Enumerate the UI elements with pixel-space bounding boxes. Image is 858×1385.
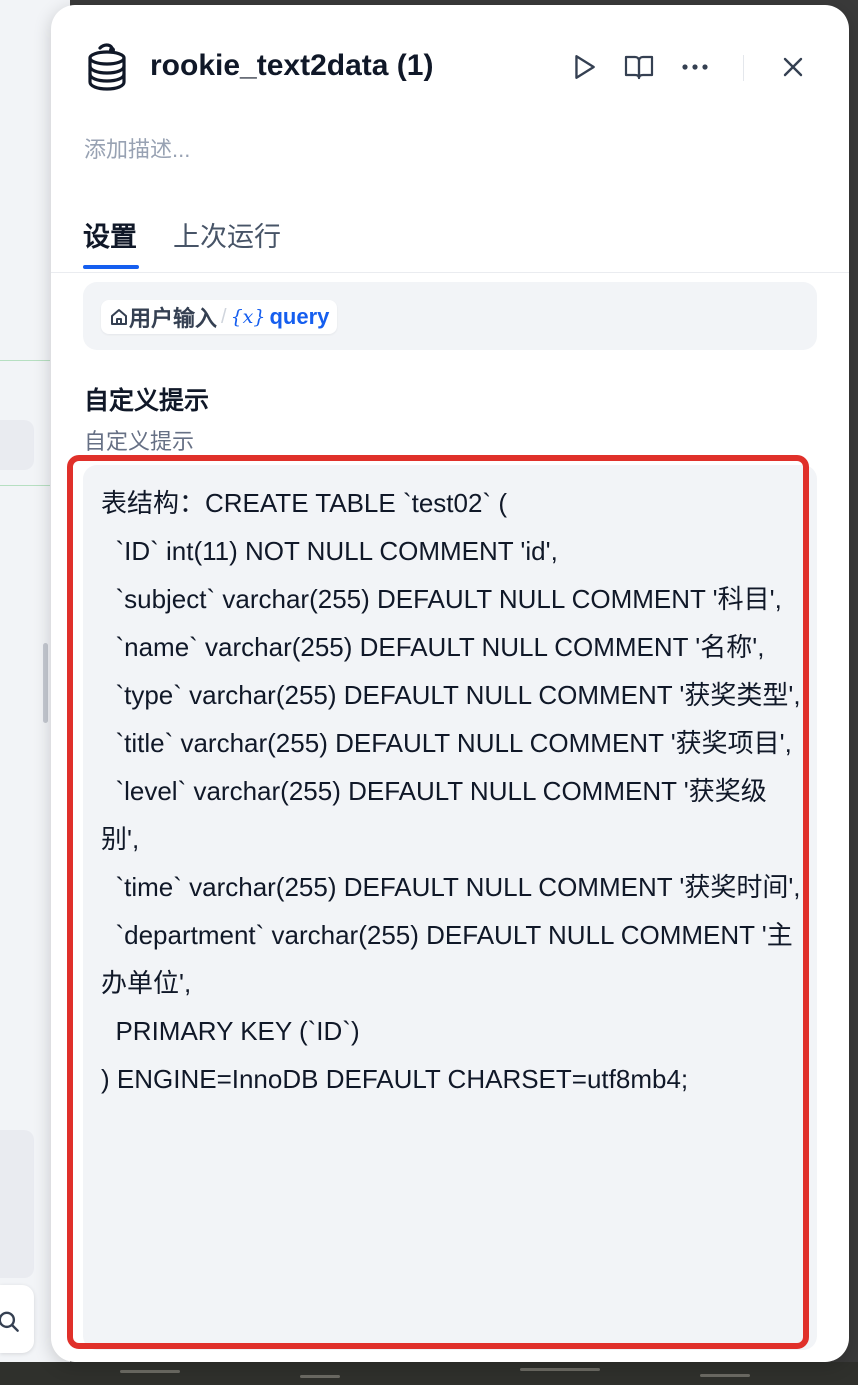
book-open-icon <box>624 55 654 80</box>
custom-prompt-textarea[interactable]: 表结构：CREATE TABLE `test02` ( `ID` int(11)… <box>83 465 817 1350</box>
active-tab-indicator <box>83 265 139 269</box>
background-strip <box>0 1362 858 1385</box>
panel-header: rookie_text2data (1) 添加描述... <box>51 5 849 162</box>
play-icon <box>575 55 595 79</box>
canvas-scrollbar[interactable] <box>43 643 48 723</box>
description-input[interactable]: 添加描述... <box>84 132 190 164</box>
canvas-edge <box>0 360 50 361</box>
variable-icon: {x} <box>230 306 266 328</box>
home-icon <box>111 309 127 325</box>
docs-button[interactable] <box>622 50 656 84</box>
custom-prompt-value[interactable]: 表结构：CREATE TABLE `test02` ( `ID` int(11)… <box>101 479 801 1103</box>
tab-last-run[interactable]: 上次运行 <box>173 215 281 254</box>
close-button[interactable] <box>776 50 810 84</box>
run-button[interactable] <box>567 50 601 84</box>
canvas-edge <box>0 485 50 486</box>
variable-separator: / <box>221 305 227 328</box>
header-divider <box>743 55 744 81</box>
node-title[interactable]: rookie_text2data (1) <box>150 49 433 83</box>
search-icon <box>0 1311 19 1332</box>
close-icon <box>783 57 803 77</box>
variable-chip[interactable]: 用户输入 / {x} query <box>101 300 338 334</box>
input-variable-field[interactable]: 用户输入 / {x} query <box>83 282 817 350</box>
tab-settings[interactable]: 设置 <box>83 215 137 254</box>
custom-prompt-label: 自定义提示 <box>84 429 195 454</box>
canvas-search-button[interactable] <box>0 1285 34 1353</box>
variable-name: query <box>269 304 330 329</box>
tab-bar: 设置 上次运行 <box>51 205 849 273</box>
node-settings-panel: rookie_text2data (1) 添加描述... 设置 上次运行 用户输… <box>51 5 849 1362</box>
variable-source-label: 用户输入 <box>129 306 218 331</box>
more-horizontal-icon <box>682 64 708 70</box>
more-button[interactable] <box>678 50 712 84</box>
database-icon <box>88 43 126 91</box>
canvas-node[interactable] <box>0 1130 34 1278</box>
canvas-node[interactable] <box>0 420 34 470</box>
custom-prompt-title: 自定义提示 <box>84 387 210 415</box>
